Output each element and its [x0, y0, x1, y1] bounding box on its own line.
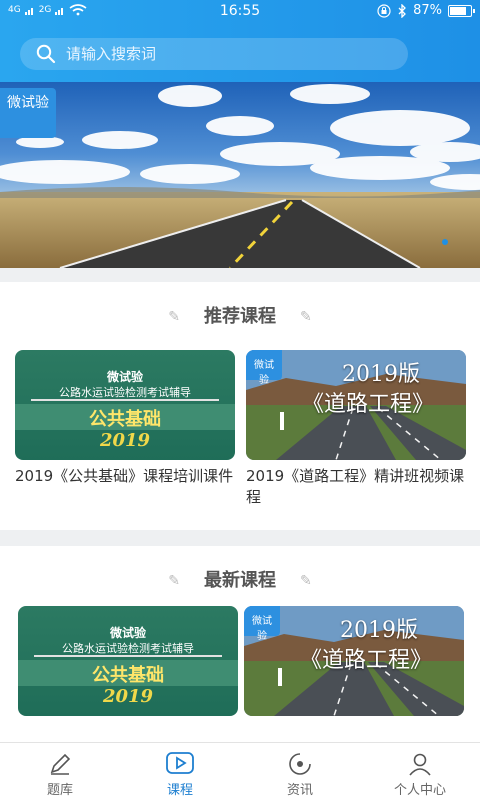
nav-item-news[interactable]: 资讯: [240, 743, 360, 800]
latest-section: ✎ 最新课程 ✎ 微试验 公路水运试验检测考试辅导 公共基础 2019 微试验: [0, 546, 480, 742]
carousel-indicator[interactable]: [442, 239, 448, 245]
banner-image: [0, 82, 480, 268]
thumb-year: 2019: [102, 686, 154, 707]
divider: [34, 655, 222, 657]
thumb-year: 2019版: [342, 362, 420, 387]
pencil-decoration-icon: ✎: [300, 573, 312, 589]
thumb-year: 2019: [99, 430, 151, 451]
banner-carousel[interactable]: 微试验: [0, 82, 480, 268]
pencil-icon: [50, 753, 71, 775]
status-right: 87%: [377, 3, 475, 18]
course-thumbnail: 微试验 2019版 《道路工程》: [244, 606, 464, 716]
nav-item-courses[interactable]: 课程: [120, 743, 240, 800]
nav-item-profile[interactable]: 个人中心: [360, 743, 480, 800]
play-icon: [166, 752, 194, 774]
pencil-decoration-icon: ✎: [168, 573, 180, 589]
course-caption: 2019《公共基础》课程培训课件: [15, 467, 234, 485]
recommended-section: ✎ 推荐课程 ✎ 微试验 公路水运试验检测考试辅导 公共基础 2019 2019《公…: [0, 282, 480, 530]
battery-percent: 87%: [413, 3, 442, 18]
battery-fill: [450, 6, 466, 15]
thumb-subject: 公共基础: [92, 665, 164, 686]
search-input[interactable]: [66, 45, 366, 63]
person-icon: [409, 753, 431, 776]
thumb-brand: 微试验: [109, 626, 146, 640]
lock-icon: [377, 3, 391, 18]
search-bar[interactable]: [20, 38, 408, 70]
thumb-subtitle: 公路水运试验检测考试辅导: [59, 386, 191, 399]
pencil-decoration-icon: ✎: [168, 309, 180, 325]
course-thumbnail: 微试验 公路水运试验检测考试辅导 公共基础 2019: [18, 606, 238, 716]
course-card[interactable]: 微试验 2019版 《道路工程》 2019《道路工程》精讲班视频课程: [246, 350, 466, 508]
course-card[interactable]: 微试验 2019版 《道路工程》: [244, 606, 464, 716]
bottom-nav: 题库 课程 资讯 个人中心: [0, 742, 480, 800]
course-thumbnail: 微试验 公路水运试验检测考试辅导 公共基础 2019: [15, 350, 235, 460]
course-caption: 2019《道路工程》精讲班视频课程: [246, 467, 465, 506]
course-card[interactable]: 微试验 公路水运试验检测考试辅导 公共基础 2019 2019《公共基础》课程培…: [15, 350, 235, 487]
nav-label: 个人中心: [393, 783, 446, 798]
news-icon: [289, 752, 312, 775]
banner-tag: 微试验: [0, 88, 56, 138]
course-card[interactable]: 微试验 公路水运试验检测考试辅导 公共基础 2019: [18, 606, 238, 716]
thumb-year: 2019版: [340, 618, 418, 643]
latest-title: 最新课程: [204, 570, 276, 591]
thumb-tag: 微试验: [246, 350, 282, 386]
thumb-title: 《道路工程》: [299, 648, 432, 673]
nav-label: 题库: [46, 783, 73, 798]
status-bar: 4G 2G 16:55 87%: [0, 0, 480, 24]
pencil-decoration-icon: ✎: [300, 309, 312, 325]
thumb-subject: 公共基础: [89, 409, 161, 430]
thumb-subtitle: 公路水运试验检测考试辅导: [62, 642, 194, 655]
nav-label: 课程: [166, 783, 193, 798]
search-icon: [36, 44, 56, 64]
thumb-tag: 微试验: [244, 606, 280, 642]
section-title-row: ✎ 推荐课程 ✎: [0, 302, 480, 328]
bluetooth-icon: [398, 3, 407, 18]
thumb-brand: 微试验: [106, 370, 143, 384]
thumb-title: 《道路工程》: [301, 392, 434, 417]
section-title-row: ✎ 最新课程 ✎: [0, 566, 480, 592]
divider: [31, 399, 219, 401]
header: 4G 2G 16:55 87%: [0, 0, 480, 82]
recommended-title: 推荐课程: [204, 306, 276, 327]
course-thumbnail: 微试验 2019版 《道路工程》: [246, 350, 466, 460]
nav-item-question-bank[interactable]: 题库: [0, 743, 120, 800]
nav-label: 资讯: [286, 783, 313, 798]
battery-icon: [448, 4, 475, 17]
